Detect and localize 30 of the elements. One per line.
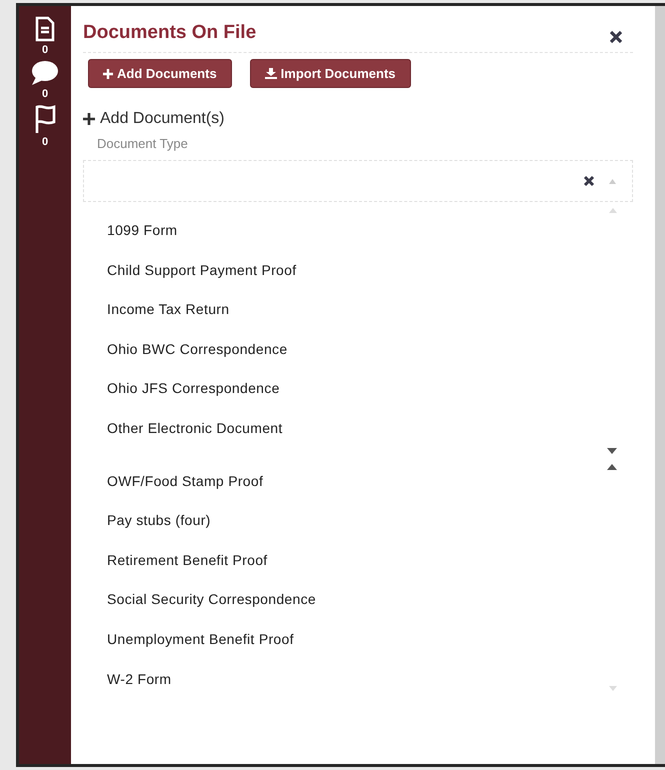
clear-icon[interactable]: [583, 175, 595, 187]
dropdown-option[interactable]: Ohio BWC Correspondence: [107, 340, 633, 380]
count-label: 0: [42, 44, 48, 56]
dropdown-option[interactable]: Ohio JFS Correspondence: [107, 380, 633, 420]
scroll-down-icon[interactable]: [607, 448, 617, 454]
plus-icon: [83, 113, 95, 125]
speech-bubble-icon[interactable]: [31, 60, 59, 86]
add-button[interactable]: Add Documents: [88, 59, 232, 88]
dropdown-option[interactable]: Income Tax Return: [107, 301, 633, 341]
field-label: Document Type: [97, 136, 189, 151]
dropdown-option[interactable]: Social Security Correspondence: [107, 591, 633, 631]
count-label: 0: [42, 136, 48, 148]
plus-icon: [103, 68, 113, 78]
dropdown-option[interactable]: Retirement Benefit Proof: [107, 552, 633, 592]
section-title: Add Document(s): [100, 110, 224, 128]
dropdown-option[interactable]: 1099 Form: [107, 222, 633, 262]
dropdown-option[interactable]: W-2 Form: [107, 670, 633, 710]
panel-title: Documents On File: [83, 22, 256, 44]
flag-icon[interactable]: [34, 104, 56, 134]
document-icon[interactable]: [35, 16, 55, 42]
import-button[interactable]: Import Documents: [250, 59, 411, 88]
scroll-up-icon[interactable]: [607, 464, 617, 470]
dropdown-option[interactable]: Other Electronic Document: [107, 420, 633, 460]
dropdown-option[interactable]: Unemployment Benefit Proof: [107, 630, 633, 671]
dropdown-option[interactable]: Pay stubs (four): [107, 512, 633, 552]
dropdown-option[interactable]: Child Support Payment Proof: [107, 262, 633, 302]
count-label: 0: [42, 88, 48, 100]
close-button[interactable]: [609, 30, 623, 44]
download-icon: [264, 68, 277, 79]
dropdown-option[interactable]: OWF/Food Stamp Proof: [107, 472, 633, 512]
